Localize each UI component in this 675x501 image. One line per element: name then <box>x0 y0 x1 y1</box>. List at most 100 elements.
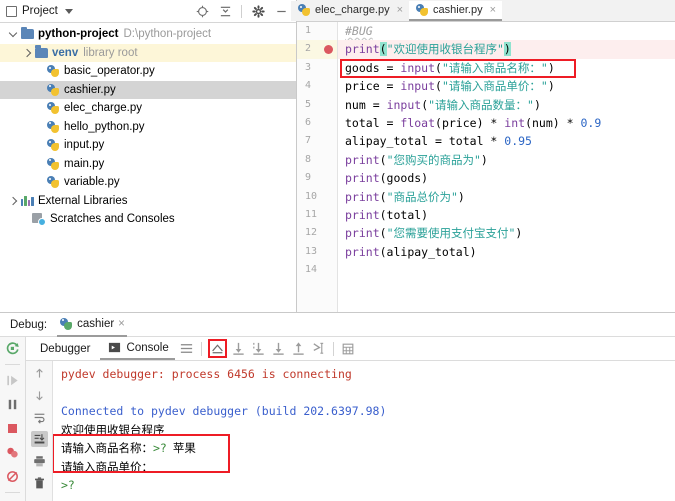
python-run-config-icon <box>59 317 73 331</box>
code-line-8[interactable]: print("您购买的商品为") <box>338 151 675 169</box>
code-line-3[interactable]: goods = input("请输入商品名称：") <box>338 59 675 77</box>
token-paren: ) <box>480 152 488 167</box>
token-paren: ( <box>379 189 387 204</box>
code-line-7[interactable]: alipay_total = total * 0.95 <box>338 132 675 150</box>
tab-cashier-py[interactable]: cashier.py × <box>409 1 503 21</box>
tree-item-venv[interactable]: venv library root <box>0 43 296 62</box>
force-step-into-icon[interactable] <box>270 340 287 357</box>
line-number-gutter[interactable]: 1 2 3 4 5 6 7 8 9 10 11 12 13 14 <box>297 22 338 312</box>
line-number: 13 <box>305 245 318 257</box>
run-to-cursor-icon[interactable] <box>310 340 327 357</box>
debug-session-tab[interactable]: cashier × <box>57 313 127 337</box>
pause-program-icon[interactable] <box>4 396 22 413</box>
locate-icon[interactable] <box>195 4 209 18</box>
tree-item-variable[interactable]: variable.py <box>0 173 296 192</box>
code-area[interactable]: 1 2 3 4 5 6 7 8 9 10 11 12 13 14 #BUG pr… <box>297 22 675 312</box>
scroll-down-icon[interactable] <box>31 387 48 403</box>
code-line-1[interactable]: #BUG <box>338 22 675 40</box>
print-icon[interactable] <box>31 453 48 469</box>
collapse-all-icon[interactable] <box>218 4 232 18</box>
token-variable: alipay_total <box>345 134 429 149</box>
mute-breakpoints-icon[interactable] <box>4 468 22 485</box>
chevron-right-icon[interactable] <box>22 48 32 58</box>
token-keyword: print <box>345 42 380 57</box>
console-user-input: 苹果 <box>172 441 196 455</box>
code-line-4[interactable]: price = input("请输入商品单价：") <box>338 77 675 95</box>
line-number: 14 <box>305 264 318 276</box>
tree-item-hello-python[interactable]: hello_python.py <box>0 118 296 137</box>
tab-debugger[interactable]: Debugger <box>34 338 97 360</box>
tree-item-label: External Libraries <box>38 194 128 207</box>
code-comment: #BUG <box>345 24 373 38</box>
scroll-to-end-icon[interactable] <box>30 431 48 447</box>
scroll-up-icon[interactable] <box>31 365 48 381</box>
code-line-11[interactable]: print(total) <box>338 206 675 224</box>
token-string: "您购买的商品为" <box>386 152 481 167</box>
step-out-icon[interactable] <box>290 340 307 357</box>
console-line-7[interactable]: >? <box>61 476 675 495</box>
minimize-icon[interactable] <box>274 4 288 18</box>
debug-toolbar: Debugger Console <box>26 337 675 361</box>
token-string: "请输入商品单价：" <box>441 79 548 94</box>
close-icon[interactable]: × <box>397 4 403 16</box>
python-file-icon <box>46 157 60 171</box>
code-line-5[interactable]: num = input("请输入商品数量：") <box>338 96 675 114</box>
project-title-dropdown[interactable]: Project <box>6 5 73 17</box>
view-breakpoints-icon[interactable] <box>4 444 22 461</box>
code-line-6[interactable]: total = float(price) * int(num) * 0.9 <box>338 114 675 132</box>
code-line-14[interactable] <box>338 261 675 279</box>
line-number-text: 2 <box>305 43 312 55</box>
evaluate-expression-icon[interactable] <box>340 340 357 357</box>
breakpoint-icon[interactable] <box>324 44 333 54</box>
close-icon[interactable]: × <box>490 4 496 16</box>
token-operator: * <box>483 115 505 130</box>
step-over-icon[interactable] <box>230 340 247 357</box>
console-action-rail <box>26 361 53 501</box>
tree-item-external-libraries[interactable]: External Libraries <box>0 192 296 211</box>
tab-label: cashier.py <box>433 4 483 16</box>
tree-item-input[interactable]: input.py <box>0 136 296 155</box>
clear-all-icon[interactable] <box>31 475 48 491</box>
code-line-12[interactable]: print("您需要使用支付宝支付") <box>338 224 675 242</box>
tree-item-elec-charge[interactable]: elec_charge.py <box>0 99 296 118</box>
close-icon[interactable]: × <box>118 318 125 330</box>
chevron-down-icon[interactable] <box>64 8 73 14</box>
divider <box>241 4 242 18</box>
project-tree[interactable]: python-project D:\python-project venv li… <box>0 23 296 312</box>
code-line-9[interactable]: print(goods) <box>338 169 675 187</box>
console-output[interactable]: pydev debugger: process 6456 is connecti… <box>53 361 675 501</box>
stop-icon[interactable] <box>4 420 22 437</box>
project-header-actions <box>195 4 292 18</box>
code-line-2[interactable]: print("欢迎使用收银台程序") <box>338 40 675 59</box>
resume-program-icon[interactable] <box>4 372 22 389</box>
token-variable: total <box>345 115 380 130</box>
chevron-down-icon[interactable] <box>8 29 18 39</box>
token-string: "您需要使用支付宝支付" <box>386 226 516 241</box>
token-args: (goods) <box>379 171 429 186</box>
tree-item-scratches-and-consoles[interactable]: Scratches and Consoles <box>0 210 296 229</box>
rerun-icon[interactable] <box>4 340 22 357</box>
code-line-10[interactable]: print("商品总价为") <box>338 188 675 206</box>
token-operator: = <box>379 60 401 75</box>
settings-gear-icon[interactable] <box>251 4 265 18</box>
code-line-13[interactable]: print(alipay_total) <box>338 243 675 261</box>
tab-console[interactable]: Console <box>99 338 175 360</box>
tree-item-basic-operator[interactable]: basic_operator.py <box>0 62 296 81</box>
line-number-with-breakpoint[interactable]: 2 <box>297 40 337 59</box>
token-expression: total * <box>448 134 505 149</box>
tree-item-python-project[interactable]: python-project D:\python-project <box>0 25 296 44</box>
line-number: 4 <box>305 80 312 92</box>
console-line-2 <box>61 384 675 403</box>
chevron-right-icon[interactable] <box>8 196 18 206</box>
code-editor-text[interactable]: #BUG print("欢迎使用收银台程序") goods = input("请… <box>338 22 675 312</box>
layout-settings-icon[interactable] <box>178 340 195 357</box>
soft-wrap-icon[interactable] <box>31 409 48 425</box>
tree-item-main[interactable]: main.py <box>0 155 296 174</box>
python-file-icon <box>46 175 60 189</box>
tree-item-label: cashier.py <box>64 83 116 96</box>
step-into-icon[interactable] <box>250 340 267 357</box>
tree-item-cashier[interactable]: cashier.py <box>0 80 296 99</box>
console-input-marker: >? <box>61 478 75 492</box>
show-python-prompt-icon[interactable] <box>207 339 227 358</box>
tab-elec-charge-py[interactable]: elec_charge.py × <box>291 1 410 21</box>
